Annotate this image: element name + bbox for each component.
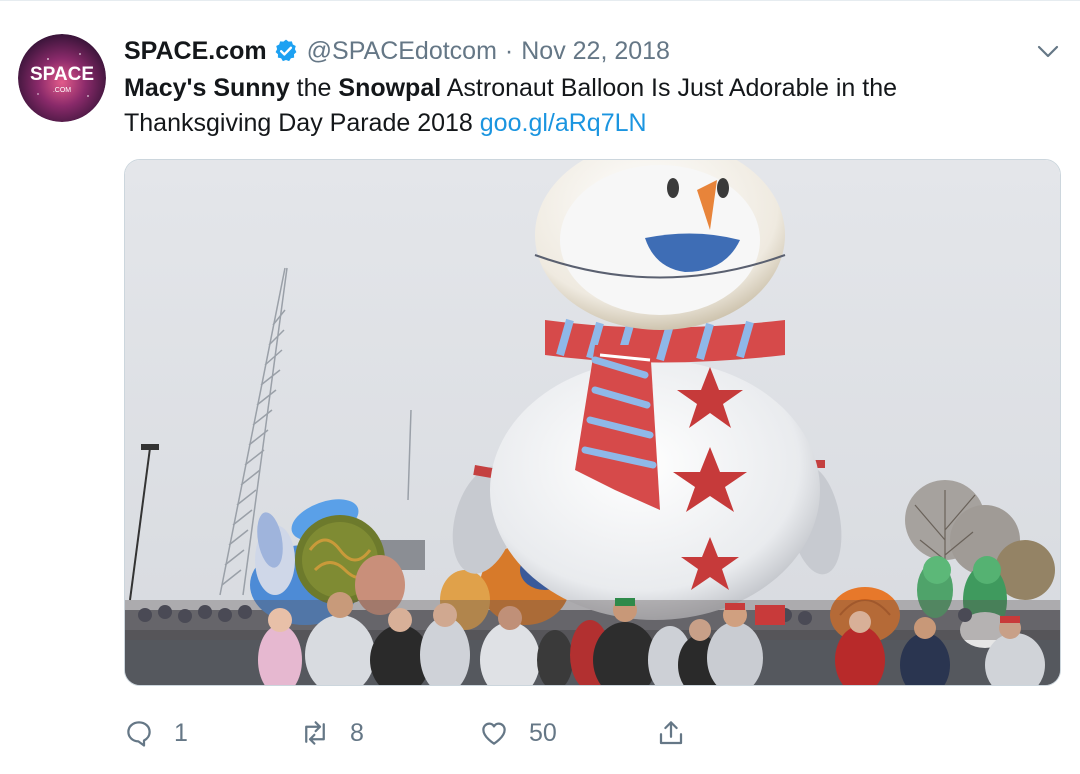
chevron-down-icon[interactable] bbox=[1034, 39, 1062, 63]
reply-button[interactable]: 1 bbox=[124, 713, 188, 753]
tweet-date[interactable]: Nov 22, 2018 bbox=[521, 37, 670, 66]
tweet-link[interactable]: goo.gl/aRq7LN bbox=[480, 109, 647, 137]
tweet[interactable]: SPACE .COM SPACE.com @SPACEdotcom · Nov … bbox=[0, 0, 1080, 774]
avatar[interactable]: SPACE .COM bbox=[18, 34, 106, 122]
tweet-text-bold-2: Snowpal bbox=[338, 74, 442, 102]
separator-dot: · bbox=[504, 36, 514, 65]
avatar-logo-subtext: .COM bbox=[53, 87, 71, 94]
user-handle[interactable]: @SPACEdotcom bbox=[307, 37, 497, 66]
tweet-header: SPACE.com @SPACEdotcom · Nov 22, 2018 bbox=[124, 34, 670, 68]
share-icon bbox=[659, 721, 683, 745]
tweet-text-bold-1: Macy's Sunny bbox=[124, 74, 290, 102]
like-count: 50 bbox=[529, 718, 557, 747]
retweet-icon bbox=[305, 721, 325, 745]
parade-photo bbox=[125, 160, 1060, 685]
retweet-button[interactable]: 8 bbox=[300, 713, 364, 753]
avatar-logo-text: SPACE bbox=[30, 64, 94, 85]
tweet-text: Macy's Sunny the Snowpal Astronaut Ballo… bbox=[124, 71, 1044, 141]
avatar-image: SPACE .COM bbox=[18, 34, 106, 122]
tweet-media-photo[interactable] bbox=[124, 159, 1061, 686]
retweet-count: 8 bbox=[350, 718, 364, 747]
display-name[interactable]: SPACE.com bbox=[124, 37, 267, 66]
reply-count: 1 bbox=[174, 718, 188, 747]
tweet-actions: 1 8 50 bbox=[124, 713, 724, 753]
heart-icon bbox=[482, 722, 506, 745]
verified-badge-icon bbox=[273, 38, 299, 64]
crowd bbox=[125, 592, 1060, 685]
like-button[interactable]: 50 bbox=[479, 713, 557, 753]
share-button[interactable] bbox=[656, 713, 686, 753]
reply-icon bbox=[127, 721, 151, 747]
tweet-text-plain-1: the bbox=[289, 74, 339, 102]
